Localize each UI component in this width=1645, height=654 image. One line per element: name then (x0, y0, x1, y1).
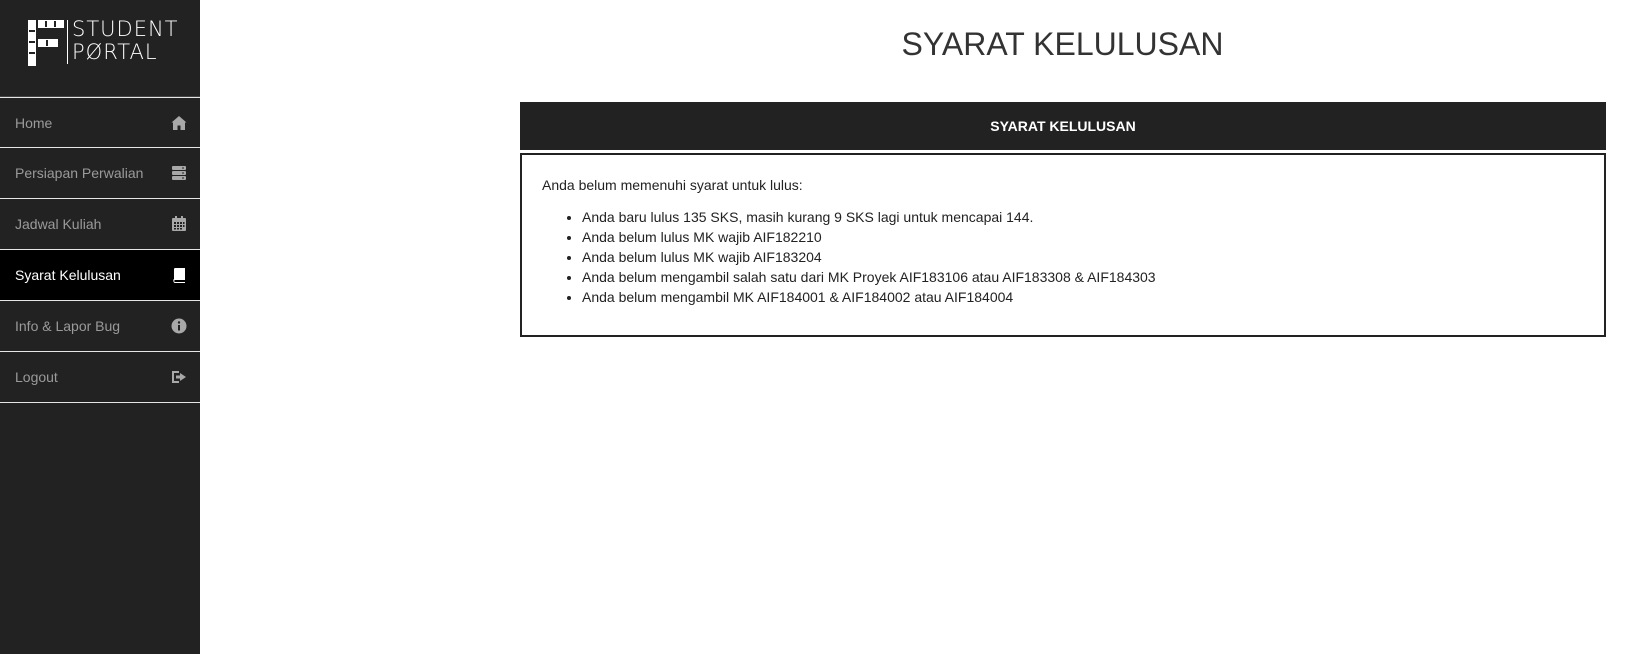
sidebar-item-info-lapor-bug[interactable]: Info & Lapor Bug (0, 301, 200, 352)
requirements-panel: Anda belum memenuhi syarat untuk lulus: … (520, 153, 1606, 337)
list-item: Anda belum mengambil salah satu dari MK … (582, 267, 1584, 287)
server-icon (170, 164, 188, 182)
logout-icon (170, 368, 188, 386)
page-title: SYARAT KELULUSAN (901, 26, 1224, 62)
list-item: Anda belum lulus MK wajib AIF183204 (582, 247, 1584, 267)
logo-line-2: PØRTAL (72, 40, 158, 64)
logo[interactable]: STUDENT PØRTAL (0, 0, 200, 97)
sidebar-item-jadwal-kuliah[interactable]: Jadwal Kuliah (0, 199, 200, 250)
sidebar-item-label: Persiapan Perwalian (15, 165, 144, 181)
info-icon (170, 317, 188, 335)
home-icon (170, 114, 188, 132)
requirements-list: Anda baru lulus 135 SKS, masih kurang 9 … (542, 207, 1584, 307)
sidebar-item-label: Logout (15, 369, 58, 385)
book-icon (170, 266, 188, 284)
list-item: Anda baru lulus 135 SKS, masih kurang 9 … (582, 207, 1584, 227)
calendar-icon (170, 215, 188, 233)
sidebar-item-syarat-kelulusan[interactable]: Syarat Kelulusan (0, 250, 200, 301)
list-item: Anda belum mengambil MK AIF184001 & AIF1… (582, 287, 1584, 307)
sidebar-item-label: Info & Lapor Bug (15, 318, 121, 334)
logo-text: STUDENT PØRTAL (67, 17, 179, 64)
logo-mark-icon (28, 20, 64, 66)
sidebar-nav: Home Persiapan Perwalian Jadwal Kuliah S… (0, 97, 200, 403)
sidebar-item-label: Home (15, 114, 53, 131)
sidebar-item-logout[interactable]: Logout (0, 352, 200, 403)
sidebar-item-label: Jadwal Kuliah (15, 216, 102, 232)
requirements-intro: Anda belum memenuhi syarat untuk lulus: (542, 177, 803, 193)
sidebar-item-persiapan-perwalian[interactable]: Persiapan Perwalian (0, 148, 200, 199)
sidebar-item-label: Syarat Kelulusan (15, 267, 121, 283)
logo-line-1: STUDENT (72, 17, 179, 41)
sidebar-item-home[interactable]: Home (0, 97, 200, 148)
list-item: Anda belum lulus MK wajib AIF182210 (582, 227, 1584, 247)
panel-header: SYARAT KELULUSAN (520, 102, 1606, 150)
sidebar: STUDENT PØRTAL Home Persiapan Perwalian … (0, 0, 200, 654)
